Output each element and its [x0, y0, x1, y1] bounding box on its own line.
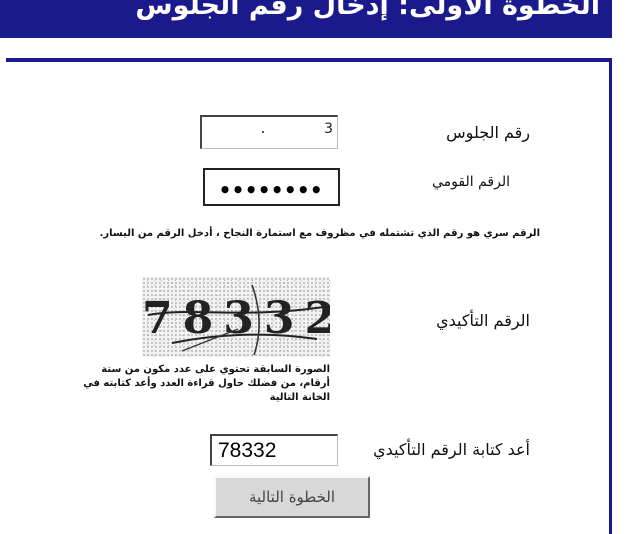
national-id-value: ••••••••: [219, 178, 324, 202]
page-header: الخطوة الأولى: إدخال رقم الجلوس: [0, 0, 612, 38]
form-border-top: [6, 58, 612, 62]
seat-number-value: 3: [324, 121, 333, 137]
page-title: الخطوة الأولى: إدخال رقم الجلوس: [135, 0, 600, 21]
captcha-noise-lines: [147, 284, 325, 356]
form-border-right: [609, 58, 612, 534]
seat-number-input[interactable]: 3: [200, 115, 338, 149]
secret-number-note: الرقم سري هو رقم الذي تشتمله في مظروف مع…: [99, 228, 540, 239]
captcha-image: 78332: [142, 277, 330, 357]
seat-number-label: رقم الجلوس: [446, 123, 530, 142]
next-step-button[interactable]: الخطوة التالية: [214, 476, 370, 518]
confirm-captcha-input[interactable]: 78332: [210, 434, 338, 466]
confirm-captcha-label: أعد كتابة الرقم التأكيدي: [373, 440, 530, 459]
confirm-captcha-value: 78332: [218, 439, 277, 462]
national-id-label: الرقم القومي: [432, 174, 510, 190]
captcha-label: الرقم التأكيدي: [436, 311, 530, 330]
captcha-instructions: الصورة السابقة تحتوي على عدد مكون من ستة…: [83, 364, 330, 403]
input-artifact: [262, 131, 264, 133]
national-id-input[interactable]: ••••••••: [203, 168, 340, 206]
